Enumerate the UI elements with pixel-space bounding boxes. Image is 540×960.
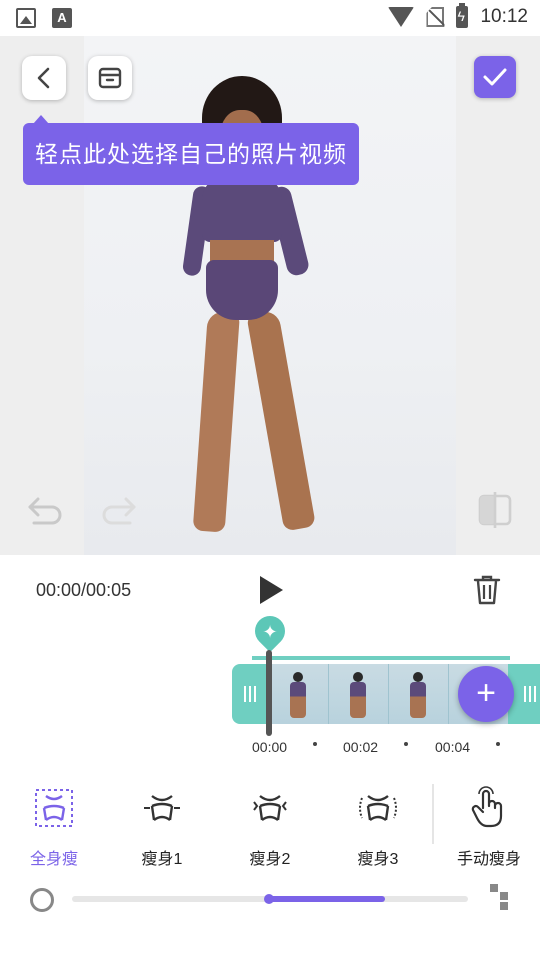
select-media-tooltip[interactable]: 轻点此处选择自己的照片视频 — [23, 123, 359, 185]
tool-full-body-slim[interactable]: 全身瘦 — [9, 782, 99, 868]
album-button[interactable] — [88, 56, 132, 100]
gallery-notification-icon — [16, 8, 36, 28]
text-notification-icon: A — [52, 8, 72, 28]
clip-frame — [388, 664, 448, 724]
tool-label: 手动瘦身 — [456, 851, 521, 868]
back-button[interactable] — [22, 56, 66, 100]
timestamp-dot — [404, 742, 408, 746]
slider-max-icon — [490, 884, 510, 910]
clip-frame — [328, 664, 388, 724]
timestamp-label: 00:02 — [343, 739, 379, 755]
album-icon — [98, 67, 122, 89]
slim-3-icon — [359, 795, 397, 821]
tool-label: 瘦身2 — [249, 851, 291, 868]
tool-label: 瘦身3 — [357, 851, 399, 868]
timestamp-label: 00:00 — [252, 739, 288, 755]
no-sim-icon — [426, 7, 445, 27]
add-clip-button[interactable]: + — [458, 666, 514, 722]
tool-label: 全身瘦 — [29, 851, 78, 868]
status-time: 10:12 — [480, 6, 528, 27]
chevron-left-icon — [37, 67, 50, 89]
playhead[interactable] — [266, 650, 272, 736]
time-display: 00:00/00:05 — [36, 580, 132, 600]
timestamp-dot — [313, 742, 317, 746]
timestamp-label: 00:04 — [435, 739, 471, 755]
tool-label: 瘦身1 — [141, 851, 183, 868]
sparkle-icon: ✦ — [262, 622, 278, 642]
slim-1-icon — [144, 795, 180, 821]
checkmark-icon — [483, 68, 507, 86]
clip-left-handle[interactable] — [232, 664, 268, 724]
intensity-slider-fill — [266, 896, 385, 902]
keyframe-track — [252, 656, 510, 660]
status-bar: A 10:12 — [0, 0, 540, 36]
preview-photo — [84, 36, 456, 555]
compare-icon[interactable] — [474, 488, 516, 532]
video-preview[interactable]: 轻点此处选择自己的照片视频 — [0, 36, 540, 555]
slim-2-icon — [253, 795, 287, 821]
timestamp-dot — [496, 742, 500, 746]
tool-slim-3[interactable]: 瘦身3 — [333, 782, 423, 868]
undo-icon[interactable] — [24, 491, 68, 531]
redo-icon[interactable] — [96, 491, 140, 531]
battery-charging-icon — [456, 3, 469, 28]
slider-min-icon — [30, 888, 54, 912]
tool-divider — [432, 784, 434, 844]
play-icon[interactable] — [256, 574, 286, 606]
full-body-slim-icon — [35, 789, 73, 827]
confirm-button[interactable] — [474, 56, 516, 98]
clip-frame — [268, 664, 328, 724]
tool-slim-2[interactable]: 瘦身2 — [225, 782, 315, 868]
tool-slim-1[interactable]: 瘦身1 — [117, 782, 207, 868]
tool-manual-slim[interactable]: 手动瘦身 — [444, 782, 534, 868]
clip-right-handle[interactable] — [512, 664, 540, 724]
manual-slim-hand-icon — [471, 786, 503, 828]
wifi-icon — [388, 7, 415, 27]
trash-icon[interactable] — [472, 574, 502, 606]
intensity-slider-thumb[interactable] — [264, 894, 274, 904]
